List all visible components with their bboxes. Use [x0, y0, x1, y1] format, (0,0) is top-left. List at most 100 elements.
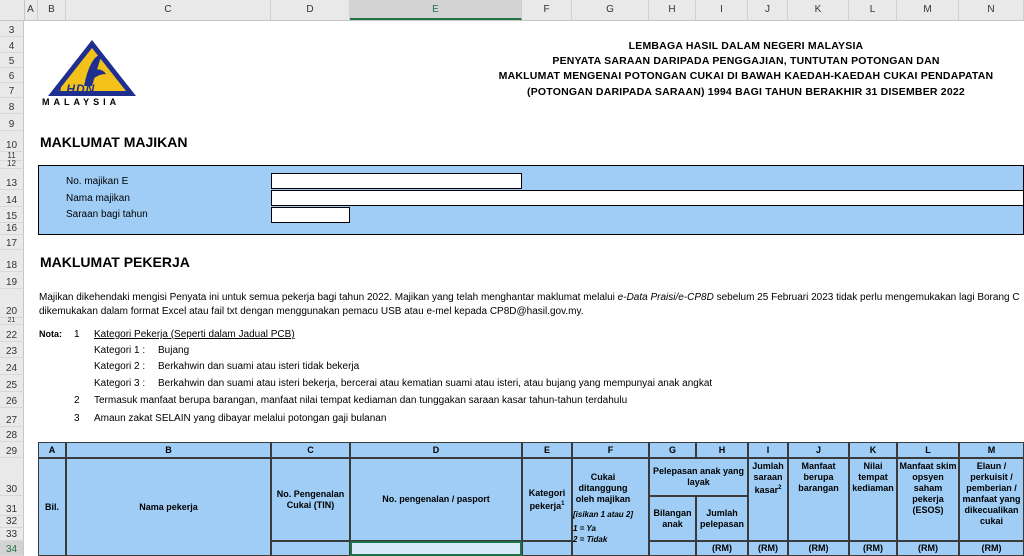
employee-intro-line-1: Majikan dikehendaki mengisi Penyata ini …	[39, 292, 1020, 303]
note-2-text: Termasuk manfaat berupa barangan, manfaa…	[94, 395, 628, 406]
logo-text: LHDN	[58, 82, 96, 96]
row-header[interactable]: 7	[0, 83, 24, 98]
table-letter-b: B	[66, 442, 271, 458]
note-3-text: Amaun zakat SELAIN yang dibayar melalui …	[94, 413, 387, 424]
table-letter-h: H	[696, 442, 748, 458]
col-manfaat-header: Manfaat berupa barangan	[788, 458, 849, 541]
logo-subtext: MALAYSIA	[42, 97, 121, 107]
row-header[interactable]: 10	[0, 131, 24, 152]
employer-year-input[interactable]	[271, 207, 350, 223]
employer-year-label: Saraan bagi tahun	[66, 209, 148, 220]
col-bilangan-unit	[649, 541, 696, 556]
column-header-j[interactable]: J	[748, 0, 788, 20]
row-header[interactable]: 12	[0, 159, 24, 169]
column-header-f[interactable]: F	[522, 0, 572, 20]
row-header-selected[interactable]: 34	[0, 541, 24, 556]
employer-no-input[interactable]	[271, 173, 522, 189]
column-header-l[interactable]: L	[849, 0, 897, 20]
employer-heading: MAKLUMAT MAJIKAN	[40, 134, 188, 150]
row-header[interactable]: 30	[0, 458, 24, 496]
col-jumlah-pelepasan-header: Jumlah pelepasan	[696, 496, 748, 541]
col-bilangan-anak-header: Bilangan anak	[649, 496, 696, 541]
col-jumlah-pelepasan-unit: (RM)	[696, 541, 748, 556]
select-all-corner[interactable]	[0, 0, 25, 20]
column-header-g[interactable]: G	[572, 0, 649, 20]
row-header[interactable]: 18	[0, 250, 24, 272]
row-header[interactable]: 32	[0, 516, 24, 528]
title-line-4: (POTONGAN DARIPADA SARAAN) 1994 BAGI TAH…	[527, 86, 965, 98]
row-header[interactable]: 17	[0, 235, 24, 250]
row-header[interactable]: 31	[0, 496, 24, 516]
row-header[interactable]: 25	[0, 375, 24, 392]
col-elaun-unit: (RM)	[959, 541, 1024, 556]
category-1-text: Bujang	[158, 345, 190, 356]
row-header[interactable]: 29	[0, 442, 24, 458]
column-header-d[interactable]: D	[271, 0, 350, 20]
row-header[interactable]: 24	[0, 358, 24, 375]
employer-name-input[interactable]	[271, 190, 1024, 206]
row-header[interactable]: 5	[0, 53, 24, 68]
col-nama-header: Nama pekerja	[66, 458, 271, 556]
table-letter-g: G	[649, 442, 696, 458]
col-tempat-unit: (RM)	[849, 541, 897, 556]
row-header[interactable]: 3	[0, 21, 24, 37]
column-header-b[interactable]: B	[38, 0, 66, 20]
note-2-number: 2	[74, 395, 80, 406]
row-header[interactable]: 8	[0, 98, 24, 114]
col-tin-header: No. Pengenalan Cukai (TIN)	[271, 458, 350, 541]
title-line-2: PENYATA SARAAN DARIPADA PENGGAJIAN, TUNT…	[552, 55, 940, 67]
column-header-k[interactable]: K	[788, 0, 849, 20]
note-3-number: 3	[74, 413, 80, 424]
row-header[interactable]: 13	[0, 169, 24, 190]
row-header[interactable]: 27	[0, 408, 24, 427]
employer-no-label: No. majikan E	[66, 176, 129, 187]
category-1-label: Kategori 1 :	[94, 345, 146, 356]
row-header[interactable]: 28	[0, 427, 24, 442]
table-letter-e: E	[522, 442, 572, 458]
row-header[interactable]: 26	[0, 392, 24, 408]
row-header[interactable]: 33	[0, 528, 24, 541]
col-kategori-header: Kategori pekerja1	[522, 458, 572, 541]
category-3-text: Berkahwin dan suami atau isteri bekerja,…	[158, 378, 713, 389]
category-2-label: Kategori 2 :	[94, 361, 146, 372]
employee-heading: MAKLUMAT PEKERJA	[40, 254, 190, 270]
col-tempat-header: Nilai tempat kediaman	[849, 458, 897, 541]
col-pelepasan-header: Pelepasan anak yang layak	[649, 458, 748, 496]
column-header-i[interactable]: I	[696, 0, 748, 20]
column-header-c[interactable]: C	[66, 0, 271, 20]
row-header[interactable]: 16	[0, 223, 24, 235]
col-pasport-header: No. pengenalan / pasport	[350, 458, 522, 541]
column-header-h[interactable]: H	[649, 0, 696, 20]
category-2-text: Berkahwin dan suami atau isteri tidak be…	[158, 361, 360, 372]
row-header[interactable]: 23	[0, 342, 24, 358]
selected-cell[interactable]	[350, 541, 522, 556]
col-bil-header: Bil.	[38, 458, 66, 556]
note-1-number: 1	[74, 329, 80, 340]
row-header[interactable]: 4	[0, 37, 24, 53]
employer-name-label: Nama majikan	[66, 193, 130, 204]
table-letter-l: L	[897, 442, 959, 458]
column-header-a[interactable]: A	[24, 0, 38, 20]
row-header[interactable]: 22	[0, 325, 24, 342]
row-header[interactable]: 14	[0, 190, 24, 207]
row-header[interactable]: 15	[0, 207, 24, 223]
col-tin-unit	[271, 541, 350, 556]
table-letter-c: C	[271, 442, 350, 458]
row-header[interactable]: 21	[0, 317, 24, 325]
row-header[interactable]: 19	[0, 272, 24, 289]
row-header[interactable]: 6	[0, 68, 24, 83]
table-letter-f: F	[572, 442, 649, 458]
column-header-n[interactable]: N	[959, 0, 1024, 20]
table-letter-m: M	[959, 442, 1024, 458]
column-header-m[interactable]: M	[897, 0, 959, 20]
row-header[interactable]: 20	[0, 289, 24, 318]
table-letter-k: K	[849, 442, 897, 458]
row-header[interactable]: 9	[0, 114, 24, 131]
category-3-label: Kategori 3 :	[94, 378, 146, 389]
column-header-e[interactable]: E	[350, 0, 522, 20]
col-esos-unit: (RM)	[897, 541, 959, 556]
table-letter-i: I	[748, 442, 788, 458]
note-1-text: Kategori Pekerja (Seperti dalam Jadual P…	[94, 329, 295, 340]
title-line-3: MAKLUMAT MENGENAI POTONGAN CUKAI DI BAWA…	[498, 70, 994, 82]
table-letter-a: A	[38, 442, 66, 458]
